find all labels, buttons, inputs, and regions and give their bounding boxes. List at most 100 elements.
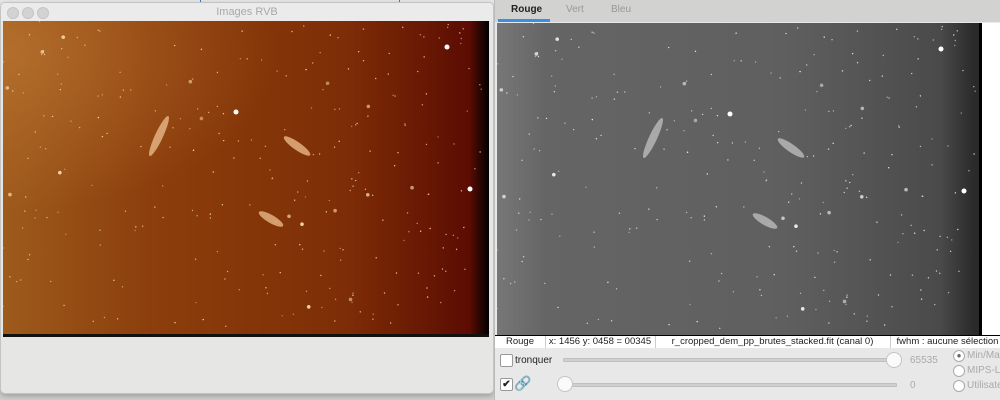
- star: [931, 164, 933, 166]
- low-slider-knob[interactable]: [557, 376, 573, 392]
- low-slider[interactable]: [561, 383, 897, 387]
- galaxy: [149, 115, 169, 157]
- star: [866, 320, 868, 322]
- galaxy: [258, 211, 284, 227]
- minimize-button[interactable]: [22, 7, 34, 19]
- star: [846, 294, 848, 296]
- star: [285, 75, 287, 77]
- star: [823, 36, 825, 38]
- rgb-image-view[interactable]: [3, 21, 489, 337]
- star: [856, 30, 859, 32]
- star: [954, 39, 956, 42]
- radio-user[interactable]: [953, 380, 965, 392]
- star: [624, 91, 626, 93]
- star: [518, 212, 520, 214]
- star: [369, 150, 371, 152]
- star: [503, 278, 505, 280]
- zoom-button[interactable]: [37, 7, 49, 19]
- star: [292, 313, 295, 315]
- star: [798, 198, 801, 200]
- star: [141, 225, 144, 227]
- star: [339, 259, 342, 261]
- star: [383, 292, 386, 294]
- star: [512, 75, 514, 78]
- star: [191, 209, 194, 212]
- star: [866, 315, 868, 317]
- star: [522, 256, 525, 258]
- window-titlebar[interactable]: Images RVB: [1, 3, 493, 21]
- high-slider-knob[interactable]: [886, 352, 902, 368]
- clip-checkbox[interactable]: [500, 354, 513, 367]
- star: [281, 315, 283, 317]
- tab-rouge[interactable]: Rouge: [511, 4, 542, 15]
- star: [222, 139, 225, 142]
- star: [427, 193, 429, 196]
- star: [433, 275, 436, 277]
- star: [3, 247, 4, 249]
- star: [417, 272, 420, 274]
- star: [43, 53, 46, 56]
- star: [518, 198, 521, 200]
- channel-image-view[interactable]: [497, 23, 982, 335]
- star: [710, 73, 713, 76]
- star: [710, 252, 713, 255]
- star: [497, 307, 498, 310]
- star: [333, 208, 337, 213]
- star: [845, 180, 847, 182]
- star: [779, 77, 781, 79]
- star: [334, 320, 336, 322]
- star: [334, 108, 336, 111]
- star: [312, 153, 315, 156]
- star: [209, 217, 212, 219]
- star: [241, 30, 243, 32]
- star: [591, 118, 594, 121]
- star: [453, 289, 456, 292]
- star: [690, 217, 692, 219]
- star: [474, 168, 476, 170]
- star: [194, 258, 197, 260]
- star: [814, 276, 816, 279]
- star: [403, 239, 405, 242]
- star: [710, 107, 712, 110]
- star: [305, 290, 308, 293]
- star: [954, 192, 957, 194]
- star: [389, 322, 392, 324]
- star: [279, 271, 281, 274]
- star: [616, 91, 619, 93]
- star: [101, 136, 104, 138]
- radio-mips-lo[interactable]: [953, 365, 965, 377]
- star: [306, 180, 309, 182]
- star: [425, 143, 428, 146]
- star: [329, 287, 331, 290]
- radio-minmax[interactable]: ●: [953, 350, 965, 362]
- bright-star: [233, 109, 239, 115]
- star: [329, 34, 331, 36]
- star: [553, 90, 556, 93]
- star: [318, 153, 321, 155]
- star: [67, 56, 69, 58]
- star: [199, 116, 204, 121]
- star: [940, 28, 943, 31]
- tab-bleu[interactable]: Bleu: [611, 4, 631, 15]
- star: [591, 31, 593, 33]
- active-tab-indicator: [498, 19, 550, 22]
- star: [521, 159, 523, 161]
- star: [648, 208, 650, 210]
- star: [310, 107, 313, 109]
- star: [673, 120, 676, 122]
- link-checkbox[interactable]: ✔: [500, 378, 513, 391]
- star: [259, 157, 261, 160]
- close-button[interactable]: [7, 7, 19, 19]
- star: [306, 305, 311, 309]
- high-value: 65535: [910, 355, 938, 366]
- star: [140, 145, 142, 148]
- star: [528, 133, 530, 135]
- star: [393, 165, 396, 167]
- star: [668, 46, 670, 49]
- star: [113, 279, 115, 282]
- tab-vert[interactable]: Vert: [566, 4, 584, 15]
- star: [63, 304, 65, 307]
- star: [888, 97, 890, 99]
- high-slider[interactable]: [563, 358, 900, 362]
- star: [265, 287, 267, 289]
